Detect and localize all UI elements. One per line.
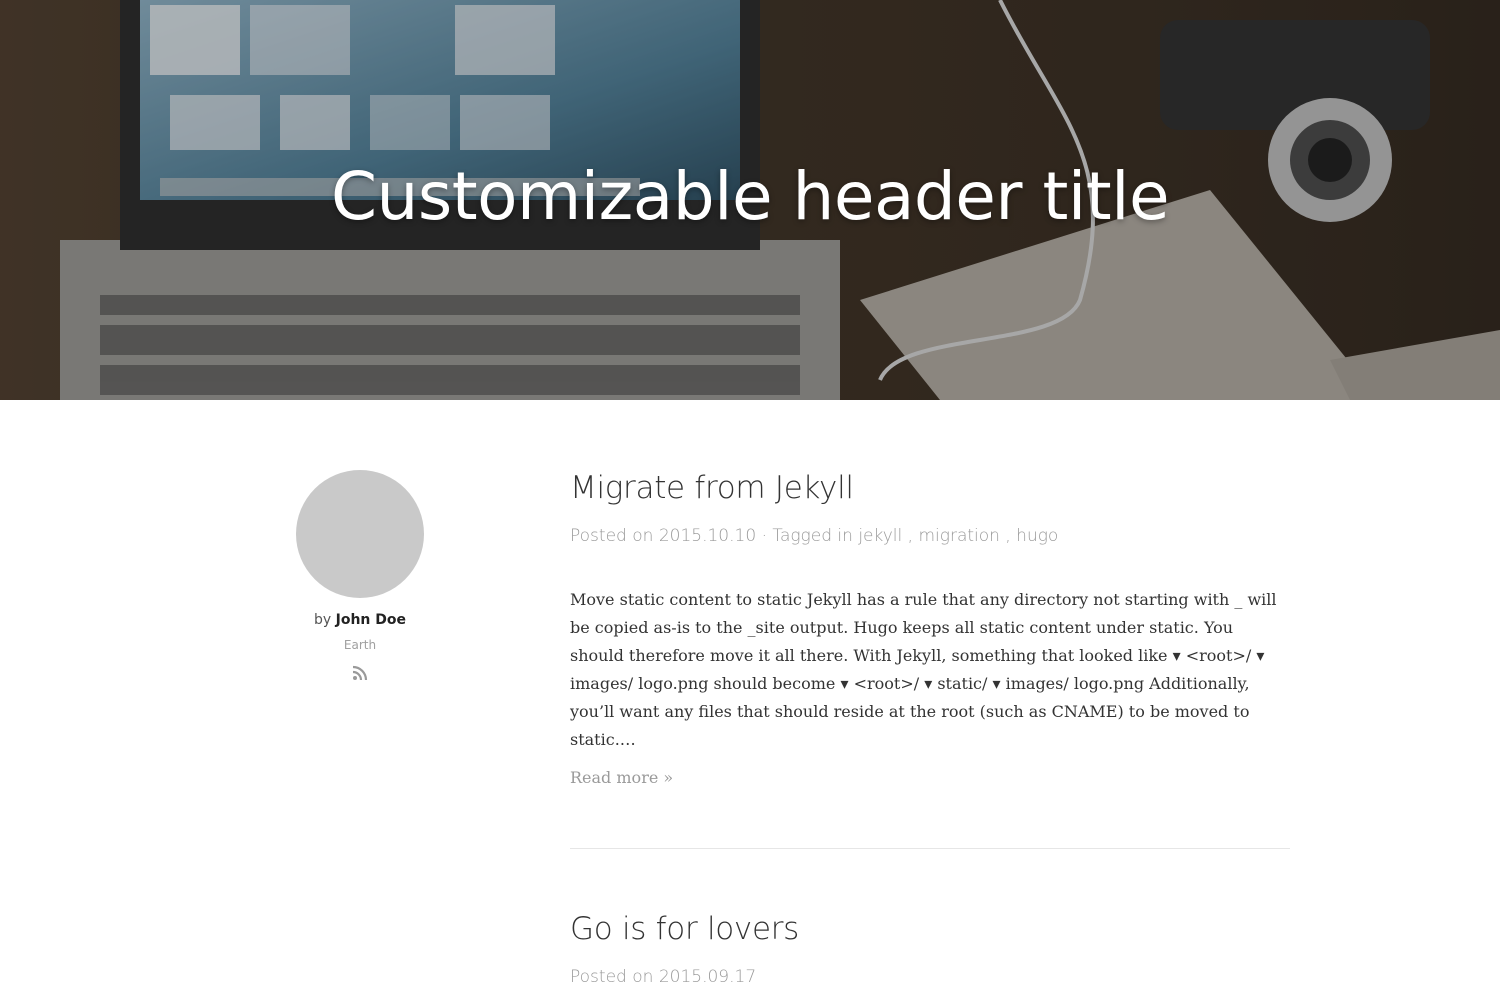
post-date: 2015.10.10 [658, 526, 757, 546]
post-divider [570, 848, 1290, 849]
tag-link-jekyll[interactable]: jekyll [858, 526, 902, 546]
page-title: Customizable header title [330, 158, 1170, 235]
tag-link-migration[interactable]: migration [918, 526, 999, 546]
author-by-prefix: by [314, 612, 332, 628]
post-meta-prefix: Posted on [570, 967, 654, 987]
post-meta-prefix: Posted on [570, 526, 654, 546]
author-location: Earth [343, 638, 377, 652]
post-title-link[interactable]: Go is for lovers [570, 911, 799, 947]
post-date: 2015.09.17 [658, 967, 757, 987]
author-name[interactable]: John Doe [336, 612, 406, 628]
author-card: by John Doe Earth [290, 470, 430, 682]
tag-link-hugo[interactable]: hugo [1016, 526, 1058, 546]
post-title-link[interactable]: Migrate from Jekyll [570, 470, 854, 506]
read-more-link[interactable]: Read more » [570, 768, 673, 787]
post-tagged-prefix: · Tagged in [761, 526, 853, 546]
hero-header: Customizable header title [0, 0, 1500, 400]
rss-icon[interactable] [351, 664, 369, 682]
post-item: Migrate from Jekyll Posted on 2015.10.10… [570, 470, 1290, 849]
post-list: Migrate from Jekyll Posted on 2015.10.10… [570, 470, 1290, 987]
tag-separator: , [902, 526, 914, 546]
tag-separator: , [999, 526, 1011, 546]
post-item: Go is for lovers Posted on 2015.09.17 [570, 911, 1290, 987]
avatar [296, 470, 424, 598]
post-meta: Posted on 2015.09.17 [570, 967, 1290, 987]
author-line: by John Doe [290, 612, 430, 628]
post-meta: Posted on 2015.10.10 · Tagged in jekyll … [570, 526, 1290, 546]
post-excerpt: Move static content to static Jekyll has… [570, 590, 1277, 749]
